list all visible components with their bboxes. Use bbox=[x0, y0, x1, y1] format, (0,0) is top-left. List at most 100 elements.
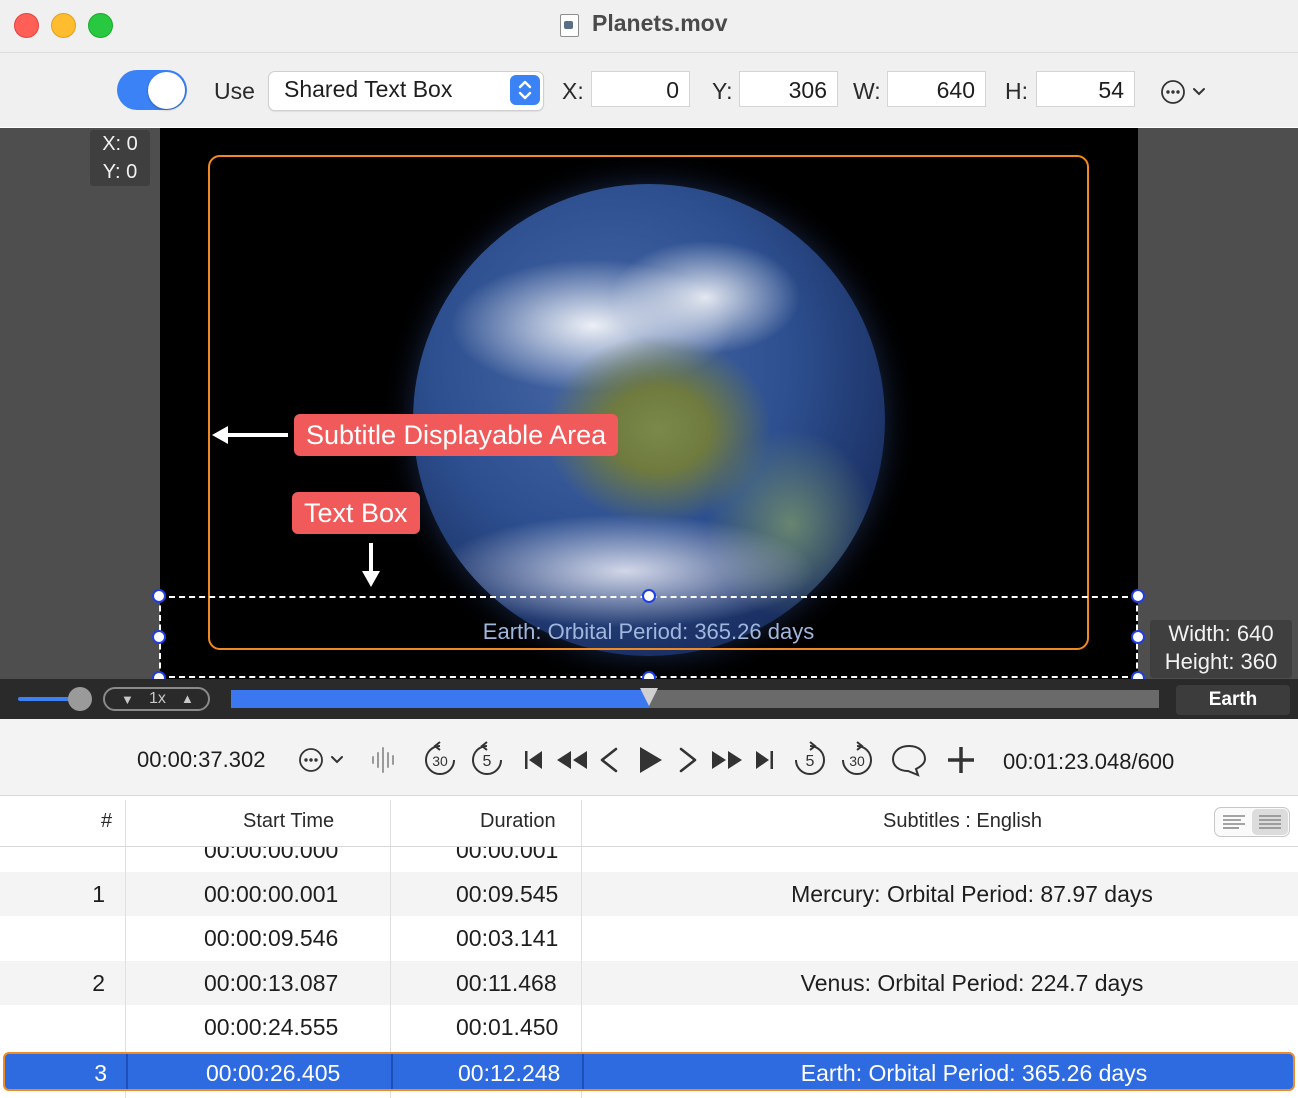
skip-forward-5-label: 5 bbox=[806, 753, 815, 770]
header-divider bbox=[125, 800, 126, 846]
waveform-icon[interactable] bbox=[368, 740, 400, 780]
row-duration: 00:03.141 bbox=[456, 925, 559, 951]
chevron-updown-icon[interactable] bbox=[510, 75, 540, 105]
header-start-time[interactable]: Start Time bbox=[243, 810, 334, 833]
table-row-selected[interactable]: 3 00:00:26.405 00:12.248 Earth: Orbital … bbox=[3, 1052, 1295, 1091]
row-duration: 00:00.001 bbox=[456, 847, 559, 863]
coord-x: X: 0 bbox=[102, 133, 138, 155]
table-row[interactable]: 2 00:00:13.087 00:11.468 Venus: Orbital … bbox=[0, 961, 1298, 1005]
use-label: Use bbox=[214, 78, 255, 104]
text-box-source-value[interactable]: Shared Text Box bbox=[284, 76, 452, 103]
skip-forward-30-button[interactable]: 30 bbox=[837, 740, 877, 780]
skip-forward-5-button[interactable]: 5 bbox=[790, 740, 830, 780]
text-alignment-toggle[interactable] bbox=[1214, 807, 1290, 837]
table-header bbox=[0, 796, 1298, 847]
selected-divider bbox=[126, 1054, 128, 1089]
table-row[interactable]: 00:00:00.000 00:00.001 bbox=[0, 847, 1298, 872]
row-duration: 00:09.545 bbox=[456, 881, 559, 907]
header-divider bbox=[390, 800, 391, 846]
row-start-time: 00:00:00.001 bbox=[204, 881, 339, 907]
x-field[interactable]: 0 bbox=[591, 71, 690, 107]
w-label: W: bbox=[853, 78, 881, 104]
total-time: 00:01:23.048/600 bbox=[1003, 749, 1175, 774]
size-width: Width: 640 bbox=[1168, 621, 1274, 646]
step-back-button[interactable] bbox=[594, 740, 624, 780]
skip-back-30-label: 30 bbox=[432, 753, 448, 769]
row-subtitle-text: Mercury: Orbital Period: 87.97 days bbox=[791, 881, 1153, 907]
header-subtitles[interactable]: Subtitles : English bbox=[883, 810, 1042, 833]
toggle-knob[interactable] bbox=[148, 72, 185, 109]
play-button[interactable] bbox=[632, 740, 668, 780]
fast-forward-button[interactable] bbox=[707, 740, 747, 780]
window-title: Planets.mov bbox=[592, 10, 728, 36]
row-number: 2 bbox=[92, 970, 105, 996]
selected-divider bbox=[582, 1054, 584, 1089]
table-row[interactable]: 00:00:09.546 00:03.141 bbox=[0, 916, 1298, 960]
table-row[interactable]: 00:00:24.555 00:01.450 bbox=[0, 1005, 1298, 1049]
resize-handle-left[interactable] bbox=[152, 630, 166, 644]
text-box-bounds[interactable] bbox=[159, 596, 1138, 678]
close-button[interactable] bbox=[14, 13, 39, 38]
header-divider bbox=[581, 800, 582, 846]
h-field[interactable]: 54 bbox=[1036, 71, 1135, 107]
row-start-time: 00:00:24.555 bbox=[204, 1014, 339, 1040]
h-label: H: bbox=[1005, 78, 1028, 104]
row-duration: 00:12.248 bbox=[458, 1060, 561, 1086]
minimize-button[interactable] bbox=[51, 13, 76, 38]
go-to-start-button[interactable] bbox=[518, 740, 548, 780]
chapter-label[interactable]: Earth bbox=[1176, 685, 1290, 715]
speed-down-icon[interactable]: ▼ bbox=[121, 692, 134, 707]
callout-text-box: Text Box bbox=[292, 492, 420, 534]
row-subtitle-text: Venus: Orbital Period: 224.7 days bbox=[800, 970, 1144, 996]
skip-back-5-button[interactable]: 5 bbox=[467, 740, 507, 780]
header-number[interactable]: # bbox=[101, 810, 112, 833]
resize-handle-top[interactable] bbox=[642, 589, 656, 603]
size-readout: Width: 640 Height: 360 bbox=[1150, 620, 1292, 678]
resize-handle-top-right[interactable] bbox=[1131, 589, 1145, 603]
arrow-left-icon bbox=[210, 424, 290, 451]
skip-forward-30-label: 30 bbox=[849, 753, 865, 769]
row-start-time: 00:00:13.087 bbox=[204, 970, 339, 996]
subtitle-displayable-area bbox=[208, 155, 1089, 650]
add-subtitle-button[interactable] bbox=[943, 740, 979, 780]
selected-divider bbox=[391, 1054, 393, 1089]
table-row[interactable]: 1 00:00:00.001 00:09.545 Mercury: Orbita… bbox=[0, 872, 1298, 916]
more-options-icon[interactable] bbox=[1160, 80, 1210, 109]
document-icon bbox=[560, 14, 579, 37]
step-forward-button[interactable] bbox=[673, 740, 703, 780]
volume-knob[interactable] bbox=[68, 687, 92, 711]
speed-label: 1x bbox=[149, 690, 166, 707]
timeline-progress bbox=[231, 690, 649, 708]
size-height: Height: 360 bbox=[1164, 649, 1278, 674]
skip-back-5-label: 5 bbox=[483, 753, 492, 770]
row-number: 1 bbox=[92, 881, 105, 907]
playback-speed-control[interactable]: ▼ 1x ▲ bbox=[103, 687, 210, 711]
playhead-icon[interactable] bbox=[640, 688, 658, 706]
resize-handle-top-left[interactable] bbox=[152, 589, 166, 603]
resize-handle-right[interactable] bbox=[1131, 630, 1145, 644]
current-time[interactable]: 00:00:37.302 bbox=[137, 747, 265, 773]
row-subtitle-text: Earth: Orbital Period: 365.26 days bbox=[800, 1060, 1148, 1086]
arrow-down-icon bbox=[360, 541, 382, 594]
w-field[interactable]: 640 bbox=[887, 71, 986, 107]
row-start-time: 00:00:09.546 bbox=[204, 925, 339, 951]
row-duration: 00:11.468 bbox=[456, 970, 557, 996]
time-options-icon[interactable] bbox=[298, 740, 348, 780]
skip-back-30-button[interactable]: 30 bbox=[420, 740, 460, 780]
speed-up-icon[interactable]: ▲ bbox=[181, 691, 194, 706]
go-to-end-button[interactable] bbox=[750, 740, 780, 780]
callout-subtitle-displayable-area: Subtitle Displayable Area bbox=[294, 414, 619, 456]
x-label: X: bbox=[562, 78, 584, 104]
coord-y: Y: 0 bbox=[102, 161, 138, 183]
y-label: Y: bbox=[712, 78, 733, 104]
row-duration: 00:01.450 bbox=[456, 1014, 559, 1040]
rewind-button[interactable] bbox=[552, 740, 592, 780]
zoom-button[interactable] bbox=[88, 13, 113, 38]
row-start-time: 00:00:00.000 bbox=[204, 847, 339, 863]
header-duration[interactable]: Duration bbox=[480, 810, 556, 833]
row-number: 3 bbox=[94, 1060, 107, 1086]
coordinate-readout: X: 0 Y: 0 bbox=[90, 130, 150, 186]
speech-bubble-icon[interactable] bbox=[889, 740, 929, 780]
y-field[interactable]: 306 bbox=[739, 71, 838, 107]
row-start-time: 00:00:26.405 bbox=[206, 1060, 341, 1086]
